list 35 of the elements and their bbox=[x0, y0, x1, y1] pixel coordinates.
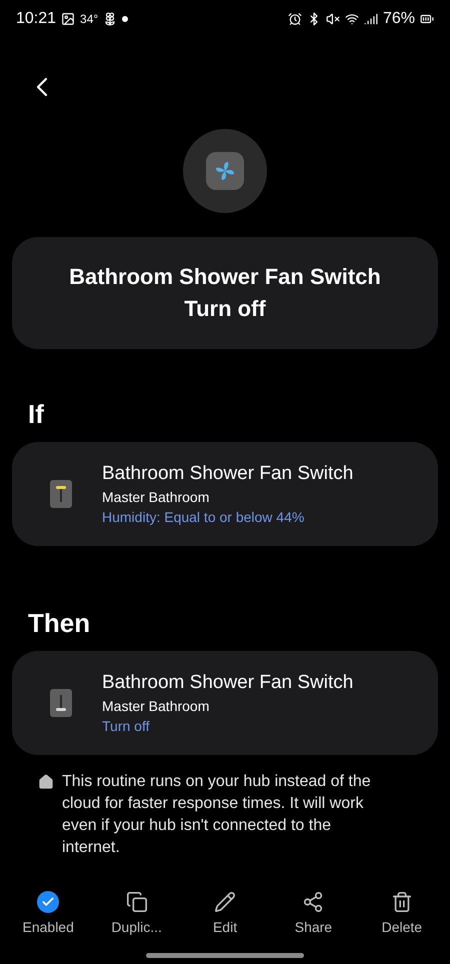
image-icon bbox=[61, 12, 76, 26]
routine-title: Bathroom Shower Fan Switch bbox=[69, 263, 381, 291]
hub-icon bbox=[38, 774, 54, 790]
condition-detail: Humidity: Equal to or below 44% bbox=[102, 509, 306, 525]
device-name: Bathroom Shower Fan Switch bbox=[102, 672, 354, 694]
battery-percent: 76% bbox=[382, 10, 415, 28]
mute-icon bbox=[326, 12, 340, 26]
toolbar-button[interactable]: Share bbox=[269, 891, 358, 935]
temperature: 34° bbox=[80, 12, 98, 26]
section-heading: If bbox=[28, 399, 45, 430]
toolbar-button[interactable]: Delete bbox=[358, 891, 446, 935]
battery-icon bbox=[420, 12, 434, 26]
dot-icon bbox=[122, 16, 128, 22]
clock-time: 10:21 bbox=[16, 10, 56, 28]
room-name: Master Bathroom bbox=[102, 698, 210, 714]
wifi-icon bbox=[344, 12, 359, 26]
toolbar-button[interactable]: Duplic... bbox=[92, 891, 181, 935]
routine-title: Turn off bbox=[184, 295, 266, 323]
alarm-icon bbox=[288, 12, 302, 26]
copy-icon bbox=[126, 891, 148, 913]
share-icon bbox=[302, 891, 324, 913]
section-heading: Then bbox=[28, 608, 92, 639]
device-card[interactable]: Bathroom Shower Fan Switch Master Bathroom Turn off bbox=[12, 651, 438, 755]
hub-note: This routine runs on your hub instead of the cloud for faster response times. It will work even if your hub isn't connected to the internet. bbox=[62, 772, 372, 858]
toolbar-button[interactable]: Enabled bbox=[4, 891, 92, 935]
fan-icon bbox=[213, 159, 237, 183]
flower-icon bbox=[103, 12, 118, 26]
room-name: Master Bathroom bbox=[102, 489, 210, 505]
device-name: Bathroom Shower Fan Switch bbox=[102, 463, 354, 485]
signal-icon bbox=[364, 12, 378, 26]
pencil-icon bbox=[214, 891, 236, 913]
device-card[interactable]: Bathroom Shower Fan Switch Master Bathroom Humidity: Equal to or below 44% bbox=[12, 442, 438, 546]
toolbar-button[interactable]: Edit bbox=[180, 891, 270, 935]
condition-detail: Turn off bbox=[102, 718, 150, 734]
trash-icon bbox=[390, 891, 413, 913]
